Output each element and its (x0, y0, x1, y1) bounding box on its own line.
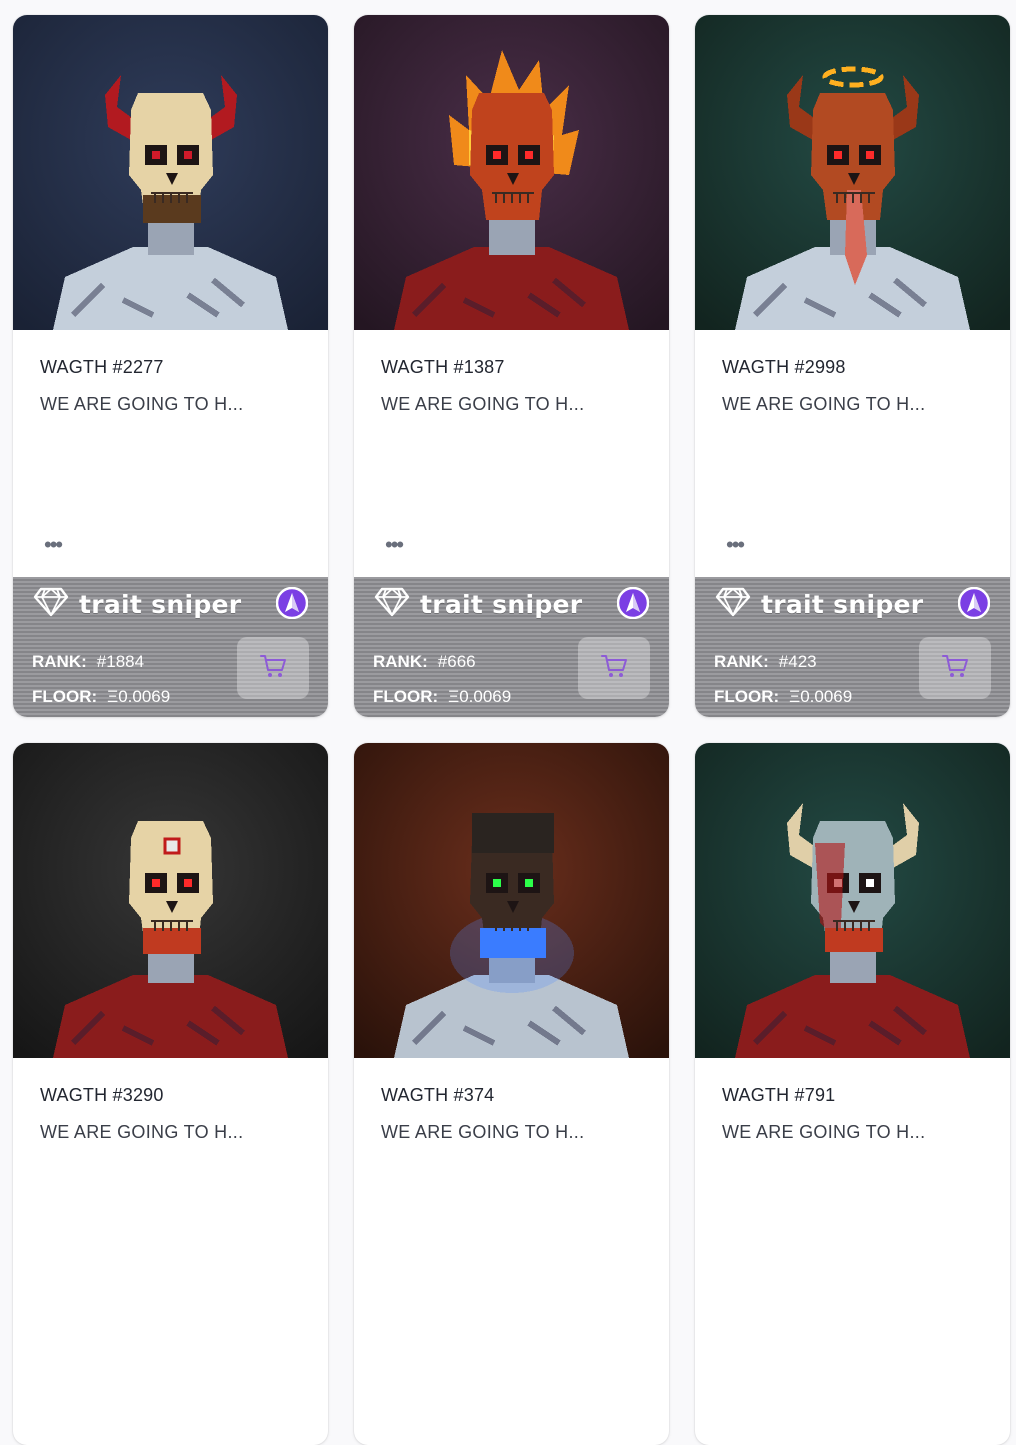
left-eye (152, 151, 160, 159)
more-options-button[interactable]: ••• (44, 534, 63, 556)
trait-sniper-panel: trait sniper RANK: #666 FLOOR: Ξ0.0069 (354, 577, 669, 717)
rank-value: #666 (437, 652, 476, 671)
neck-shape (489, 215, 535, 255)
left-eye (152, 879, 160, 887)
nft-name[interactable]: WAGTH #1387 (381, 357, 505, 378)
nft-name[interactable]: WAGTH #2277 (40, 357, 164, 378)
rank-label: RANK: (714, 652, 769, 671)
right-eye (866, 151, 874, 159)
rank-row: RANK: #1884 (32, 652, 144, 672)
diamond-icon (33, 587, 69, 622)
left-eye (493, 151, 501, 159)
nft-name[interactable]: WAGTH #791 (722, 1085, 835, 1106)
nft-grid: WAGTH #2277 WE ARE GOING TO H... ••• tra… (13, 15, 1010, 1445)
floor-row: FLOOR: Ξ0.0069 (32, 687, 170, 707)
right-eye (525, 879, 533, 887)
trait-sniper-label: trait sniper (420, 590, 583, 619)
nft-description: WE ARE GOING TO H... (381, 1122, 585, 1142)
cart-icon (600, 653, 628, 684)
cart-icon (941, 653, 969, 684)
cart-icon (259, 653, 287, 684)
nft-card[interactable]: WAGTH #1387 WE ARE GOING TO H... ••• tra… (354, 15, 669, 717)
trait-sniper-panel: trait sniper RANK: #1884 FLOOR: Ξ0.0069 (13, 577, 328, 717)
trait-sniper-label: trait sniper (761, 590, 924, 619)
rank-row: RANK: #666 (373, 652, 476, 672)
nft-card[interactable]: WAGTH #2277 WE ARE GOING TO H... ••• tra… (13, 15, 328, 717)
floor-value: Ξ0.0069 (789, 687, 853, 706)
right-eye (184, 151, 192, 159)
left-eye (834, 151, 842, 159)
nft-description: WE ARE GOING TO H... (381, 394, 585, 414)
nft-card[interactable]: WAGTH #2998 WE ARE GOING TO H... ••• tra… (695, 15, 1010, 717)
floor-value: Ξ0.0069 (448, 687, 512, 706)
nft-description: WE ARE GOING TO H... (722, 394, 926, 414)
floor-row: FLOOR: Ξ0.0069 (714, 687, 852, 707)
diamond-icon (715, 587, 751, 622)
nft-image[interactable] (354, 15, 669, 330)
rank-value: #1884 (96, 652, 145, 671)
nft-card[interactable]: WAGTH #374 WE ARE GOING TO H... (354, 743, 669, 1445)
nft-image[interactable] (695, 743, 1010, 1058)
floor-label: FLOOR: (714, 687, 780, 706)
rank-label: RANK: (32, 652, 87, 671)
more-options-button[interactable]: ••• (385, 534, 404, 556)
rank-label: RANK: (373, 652, 428, 671)
trait-sniper-brand: trait sniper (715, 587, 923, 622)
add-to-cart-button[interactable] (237, 637, 309, 699)
nft-image[interactable] (13, 743, 328, 1058)
third-eye-shape (163, 837, 181, 855)
jaw-shape (143, 928, 201, 954)
nft-card[interactable]: WAGTH #791 WE ARE GOING TO H... (695, 743, 1010, 1445)
nft-card[interactable]: WAGTH #3290 WE ARE GOING TO H... (13, 743, 328, 1445)
nft-name[interactable]: WAGTH #374 (381, 1085, 494, 1106)
nft-image[interactable] (13, 15, 328, 330)
jaw-shape (825, 928, 883, 952)
trait-sniper-logo-icon[interactable] (957, 586, 991, 620)
add-to-cart-button[interactable] (919, 637, 991, 699)
left-eye (493, 879, 501, 887)
nft-name[interactable]: WAGTH #2998 (722, 357, 846, 378)
floor-label: FLOOR: (32, 687, 98, 706)
trait-sniper-brand: trait sniper (33, 587, 241, 622)
jaw-shape (480, 928, 546, 958)
floor-row: FLOOR: Ξ0.0069 (373, 687, 511, 707)
nft-name[interactable]: WAGTH #3290 (40, 1085, 164, 1106)
right-eye (525, 151, 533, 159)
right-eye (184, 879, 192, 887)
nft-description: WE ARE GOING TO H... (40, 1122, 244, 1142)
floor-value: Ξ0.0069 (107, 687, 171, 706)
nft-image[interactable] (354, 743, 669, 1058)
rank-value: #423 (778, 652, 817, 671)
rank-row: RANK: #423 (714, 652, 817, 672)
diamond-icon (374, 587, 410, 622)
trait-sniper-label: trait sniper (79, 590, 242, 619)
trait-sniper-logo-icon[interactable] (616, 586, 650, 620)
trait-sniper-panel: trait sniper RANK: #423 FLOOR: Ξ0.0069 (695, 577, 1010, 717)
nft-image[interactable] (695, 15, 1010, 330)
more-options-button[interactable]: ••• (726, 534, 745, 556)
nft-description: WE ARE GOING TO H... (722, 1122, 926, 1142)
right-eye (866, 879, 874, 887)
floor-label: FLOOR: (373, 687, 439, 706)
hair-shape (472, 813, 554, 853)
trait-sniper-brand: trait sniper (374, 587, 582, 622)
trait-sniper-logo-icon[interactable] (275, 586, 309, 620)
nft-description: WE ARE GOING TO H... (40, 394, 244, 414)
add-to-cart-button[interactable] (578, 637, 650, 699)
